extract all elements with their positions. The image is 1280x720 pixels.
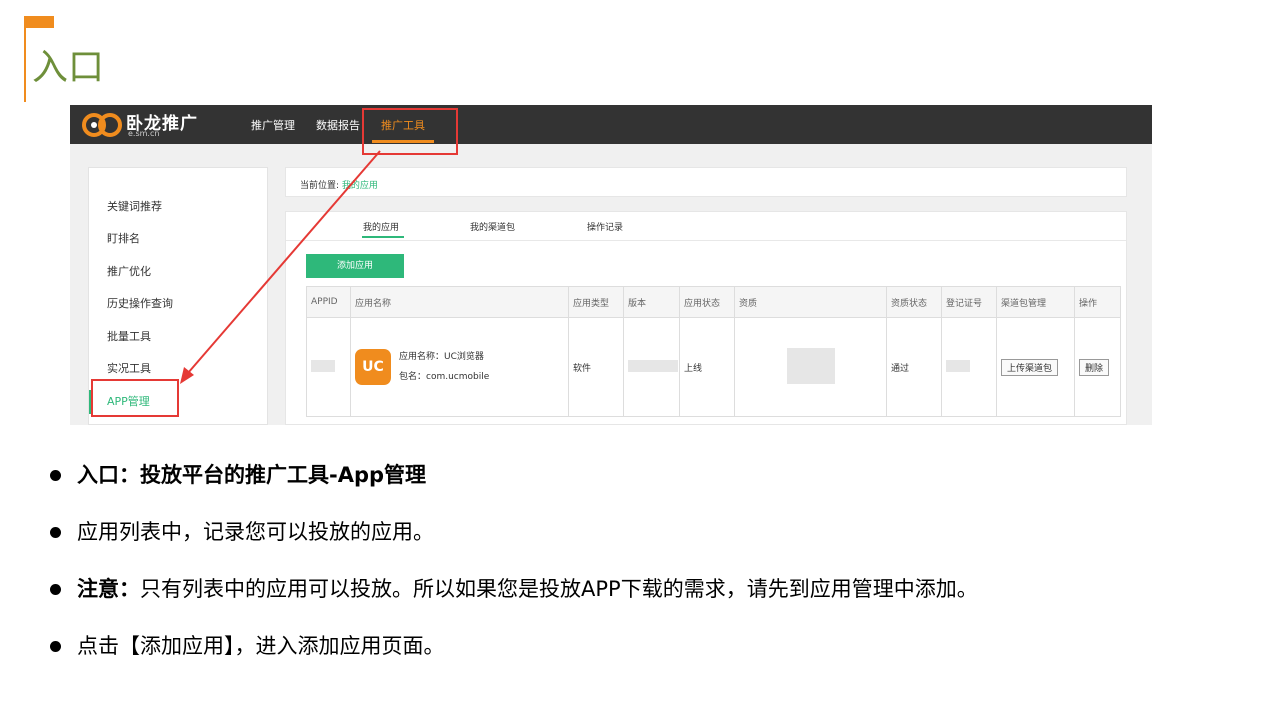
bullet-3-bold: 注意：: [77, 577, 140, 601]
bullet-1: 入口：投放平台的推广工具-App管理: [50, 461, 426, 489]
accent-bar-vertical: [24, 16, 26, 102]
bullet-2: 应用列表中，记录您可以投放的应用。: [50, 518, 434, 546]
bullet-4-text: 点击【添加应用】，进入添加应用页面。: [77, 634, 445, 658]
bullet-dot: [50, 526, 61, 538]
slide-title: 入口: [32, 47, 105, 88]
bullet-3-text: 只有列表中的应用可以投放。所以如果您是投放APP下载的需求，请先到应用管理中添加…: [140, 577, 978, 601]
bullet-2-text: 应用列表中，记录您可以投放的应用。: [77, 520, 434, 544]
bullet-dot: [50, 469, 61, 481]
app-screenshot: 卧龙推广 e.sm.cn 推广管理 数据报告 推广工具 关键词推荐 盯排名 推广…: [70, 105, 1152, 425]
bullet-dot: [50, 640, 61, 652]
bullet-3: 注意： 只有列表中的应用可以投放。所以如果您是投放APP下载的需求，请先到应用管理…: [50, 575, 978, 603]
bullet-1-bold: 入口：投放平台的推广工具-App管理: [77, 463, 427, 487]
bullet-4: 点击【添加应用】，进入添加应用页面。: [50, 632, 445, 660]
bullet-dot: [50, 583, 61, 595]
accent-bar-horizontal: [24, 16, 54, 28]
annotation-arrow: [180, 150, 381, 384]
